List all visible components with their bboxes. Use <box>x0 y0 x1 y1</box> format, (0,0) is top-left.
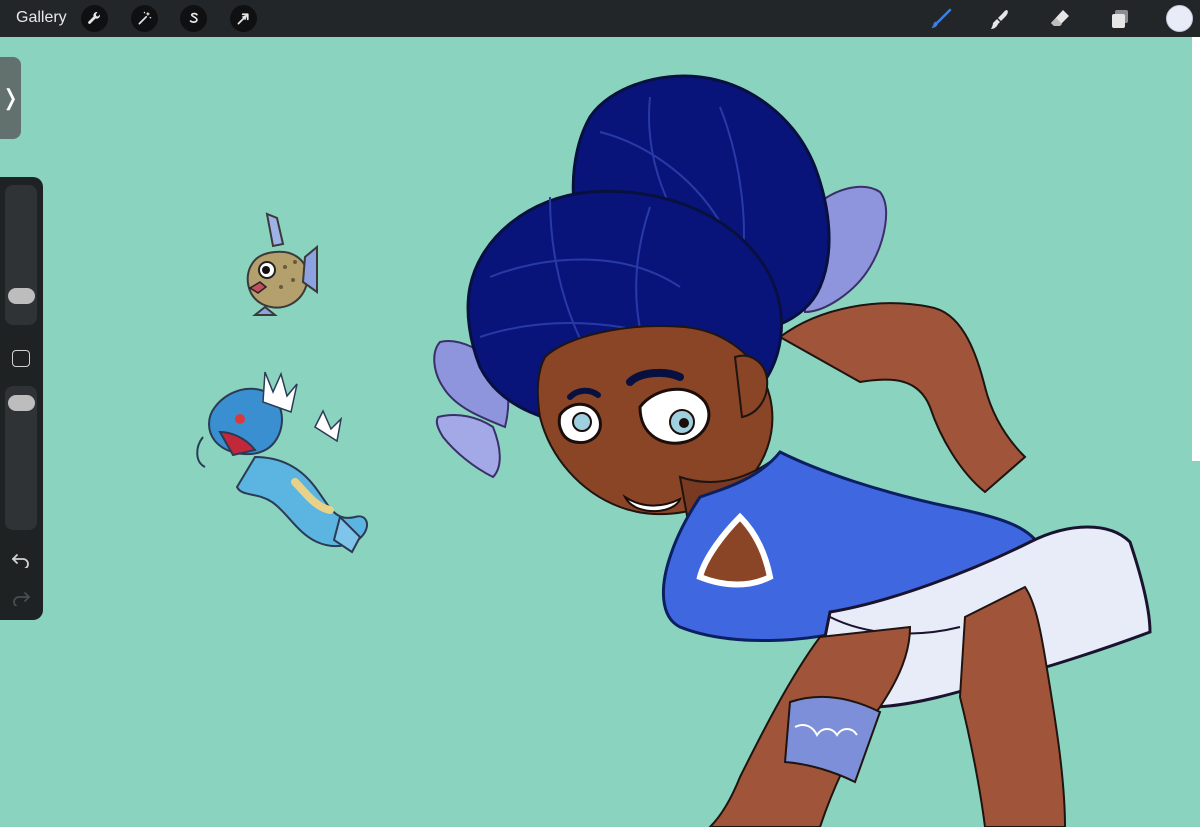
undo-icon[interactable] <box>11 552 31 568</box>
modify-button[interactable] <box>12 350 30 367</box>
opacity-thumb[interactable] <box>8 395 35 412</box>
character-drawing <box>433 74 1152 827</box>
magic-wand-icon[interactable] <box>131 5 158 32</box>
eraser-icon[interactable] <box>1046 5 1074 33</box>
artwork <box>196 74 1152 827</box>
selection-s-icon[interactable] <box>180 5 207 32</box>
wrench-icon[interactable] <box>81 5 108 32</box>
brush-size-thumb[interactable] <box>8 288 35 305</box>
chevron-right-icon: ❭ <box>1 85 20 110</box>
opacity-slider[interactable] <box>5 386 37 530</box>
layers-icon[interactable] <box>1106 5 1134 33</box>
top-toolbar: Gallery <box>0 0 1200 37</box>
sidebar-collapse-toggle[interactable]: ❭ <box>0 57 21 139</box>
sidebar <box>0 177 43 620</box>
brush-icon[interactable] <box>927 5 955 33</box>
gallery-button[interactable]: Gallery <box>16 9 67 27</box>
color-picker-button[interactable] <box>1166 5 1193 32</box>
drawing-canvas[interactable] <box>0 37 1200 827</box>
fish-sprite <box>246 212 318 316</box>
redo-icon[interactable] <box>11 590 31 606</box>
smudge-icon[interactable] <box>986 5 1014 33</box>
serpent-sprite <box>196 371 368 554</box>
brush-size-slider[interactable] <box>5 185 37 325</box>
arrow-cursor-icon[interactable] <box>230 5 257 32</box>
